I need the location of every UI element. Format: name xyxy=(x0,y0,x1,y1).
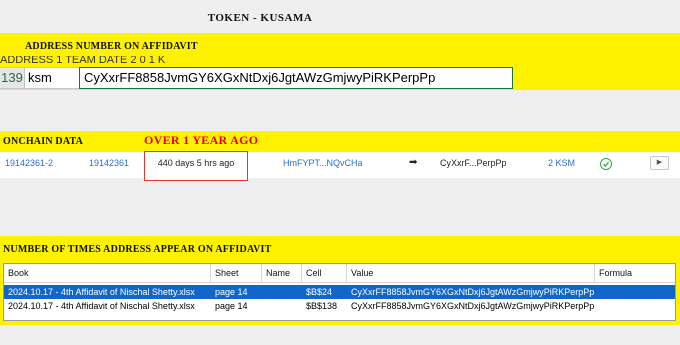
column-header-formula[interactable]: Formula xyxy=(595,264,675,283)
column-header-sheet[interactable]: Sheet xyxy=(211,264,262,283)
tx-age: 440 days 5 hrs ago xyxy=(144,151,248,181)
column-header-name[interactable]: Name xyxy=(262,264,302,283)
column-header-value[interactable]: Value xyxy=(347,264,595,283)
to-address: CyXxrF...PerpPp xyxy=(440,158,507,168)
block-link[interactable]: 19142361 xyxy=(89,152,129,178)
success-check-icon xyxy=(600,158,612,170)
value-cell: CyXxrFF8858JvmGY6XGxNtDxj6JgtAWzGmjwyPiR… xyxy=(351,287,595,297)
transfer-row: 19142361-2 19142361 HmFYPT...NQvCHa ➡ Cy… xyxy=(0,152,680,178)
address-section-label: ADDRESS NUMBER ON AFFIDAVIT xyxy=(25,41,198,52)
table-row[interactable]: 2024.10.17 - 4th Affidavit of Nischal Sh… xyxy=(4,285,675,299)
partially-hidden-row: ADDRESS 1 TEAM DATE 2 0 1 K xyxy=(0,56,166,65)
row-number[interactable]: 139 xyxy=(0,68,25,88)
age-annotation: OVER 1 YEAR AGO xyxy=(144,133,259,147)
cell-ref: $B$24 xyxy=(306,287,333,297)
sheet-cell: page 14 xyxy=(215,287,248,297)
address-cell[interactable]: CyXxrFF8858JvmGY6XGxNtDxj6JgtAWzGmjwyPiR… xyxy=(79,67,513,89)
value-cell: CyXxrFF8858JvmGY6XGxNtDxj6JgtAWzGmjwyPiR… xyxy=(351,301,595,311)
from-address-link[interactable]: HmFYPT...NQvCHa xyxy=(283,152,363,178)
arrow-right-icon: ➡ xyxy=(409,157,418,168)
find-results-table: Book Sheet Name Cell Value Formula 2024.… xyxy=(3,263,676,321)
onchain-section-label: ONCHAIN DATA xyxy=(3,136,84,147)
chevron-right-icon[interactable]: ▶ xyxy=(650,156,669,170)
page-title: TOKEN - KUSAMA xyxy=(207,12,313,24)
extrinsic-link[interactable]: 19142361-2 xyxy=(5,152,53,178)
onchain-section: ONCHAIN DATA xyxy=(0,131,680,154)
symbol-cell[interactable]: ksm xyxy=(25,68,81,88)
column-header-cell[interactable]: Cell xyxy=(302,264,347,283)
book-cell: 2024.10.17 - 4th Affidavit of Nischal Sh… xyxy=(8,301,195,311)
spreadsheet-row: 139 ksm CyXxrFF8858JvmGY6XGxNtDxj6JgtAWz… xyxy=(0,67,513,89)
sheet-cell: page 14 xyxy=(215,301,248,311)
amount-link[interactable]: 2 KSM xyxy=(548,152,575,178)
column-header-book[interactable]: Book xyxy=(4,264,211,283)
book-cell: 2024.10.17 - 4th Affidavit of Nischal Sh… xyxy=(8,287,195,297)
occurrences-section-label: NUMBER OF TIMES ADDRESS APPEAR ON AFFIDA… xyxy=(3,244,272,255)
table-row[interactable]: 2024.10.17 - 4th Affidavit of Nischal Sh… xyxy=(4,299,675,313)
cell-ref: $B$138 xyxy=(306,301,338,311)
